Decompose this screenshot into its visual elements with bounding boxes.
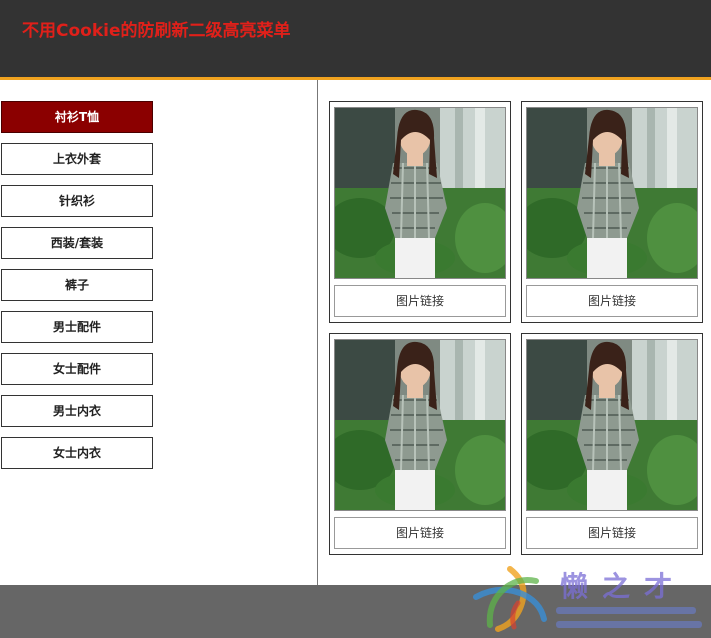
colorful-swirl-logo-icon: [473, 566, 547, 632]
sidebar-item-pants[interactable]: 裤子: [1, 269, 153, 301]
product-photo[interactable]: [334, 339, 506, 511]
sidebar-item-mens-underwear[interactable]: 男士内衣: [1, 395, 153, 427]
image-link-button[interactable]: 图片链接: [334, 285, 506, 317]
product-card: 图片链接: [329, 333, 511, 555]
product-card: 图片链接: [329, 101, 511, 323]
product-photo[interactable]: [526, 107, 698, 279]
sidebar-menu: 衬衫T恤 上衣外套 针织衫 西装/套装 裤子 男士配件 女士配件 男士内衣 女士…: [1, 101, 153, 479]
header-bar: 不用Cookie的防刷新二级高亮菜单: [0, 0, 711, 80]
image-link-button[interactable]: 图片链接: [526, 285, 698, 317]
sidebar-item-womens-underwear[interactable]: 女士内衣: [1, 437, 153, 469]
sidebar-item-mens-accessories[interactable]: 男士配件: [1, 311, 153, 343]
watermark-text: 懒之才: [560, 570, 687, 603]
watermark-stripe: [556, 607, 696, 614]
watermark-stripe: [556, 621, 702, 628]
product-photo[interactable]: [526, 339, 698, 511]
product-photo[interactable]: [334, 107, 506, 279]
sidebar-item-suits[interactable]: 西装/套装: [1, 227, 153, 259]
page-title: 不用Cookie的防刷新二级高亮菜单: [22, 21, 291, 41]
sidebar-item-womens-accessories[interactable]: 女士配件: [1, 353, 153, 385]
sidebar-item-knitwear[interactable]: 针织衫: [1, 185, 153, 217]
product-card: 图片链接: [521, 333, 703, 555]
sidebar-item-jackets[interactable]: 上衣外套: [1, 143, 153, 175]
image-link-button[interactable]: 图片链接: [334, 517, 506, 549]
watermark: 懒之才: [470, 563, 706, 635]
product-card: 图片链接: [521, 101, 703, 323]
sidebar-item-shirts[interactable]: 衬衫T恤: [1, 101, 153, 133]
image-link-button[interactable]: 图片链接: [526, 517, 698, 549]
column-divider: [317, 80, 318, 585]
